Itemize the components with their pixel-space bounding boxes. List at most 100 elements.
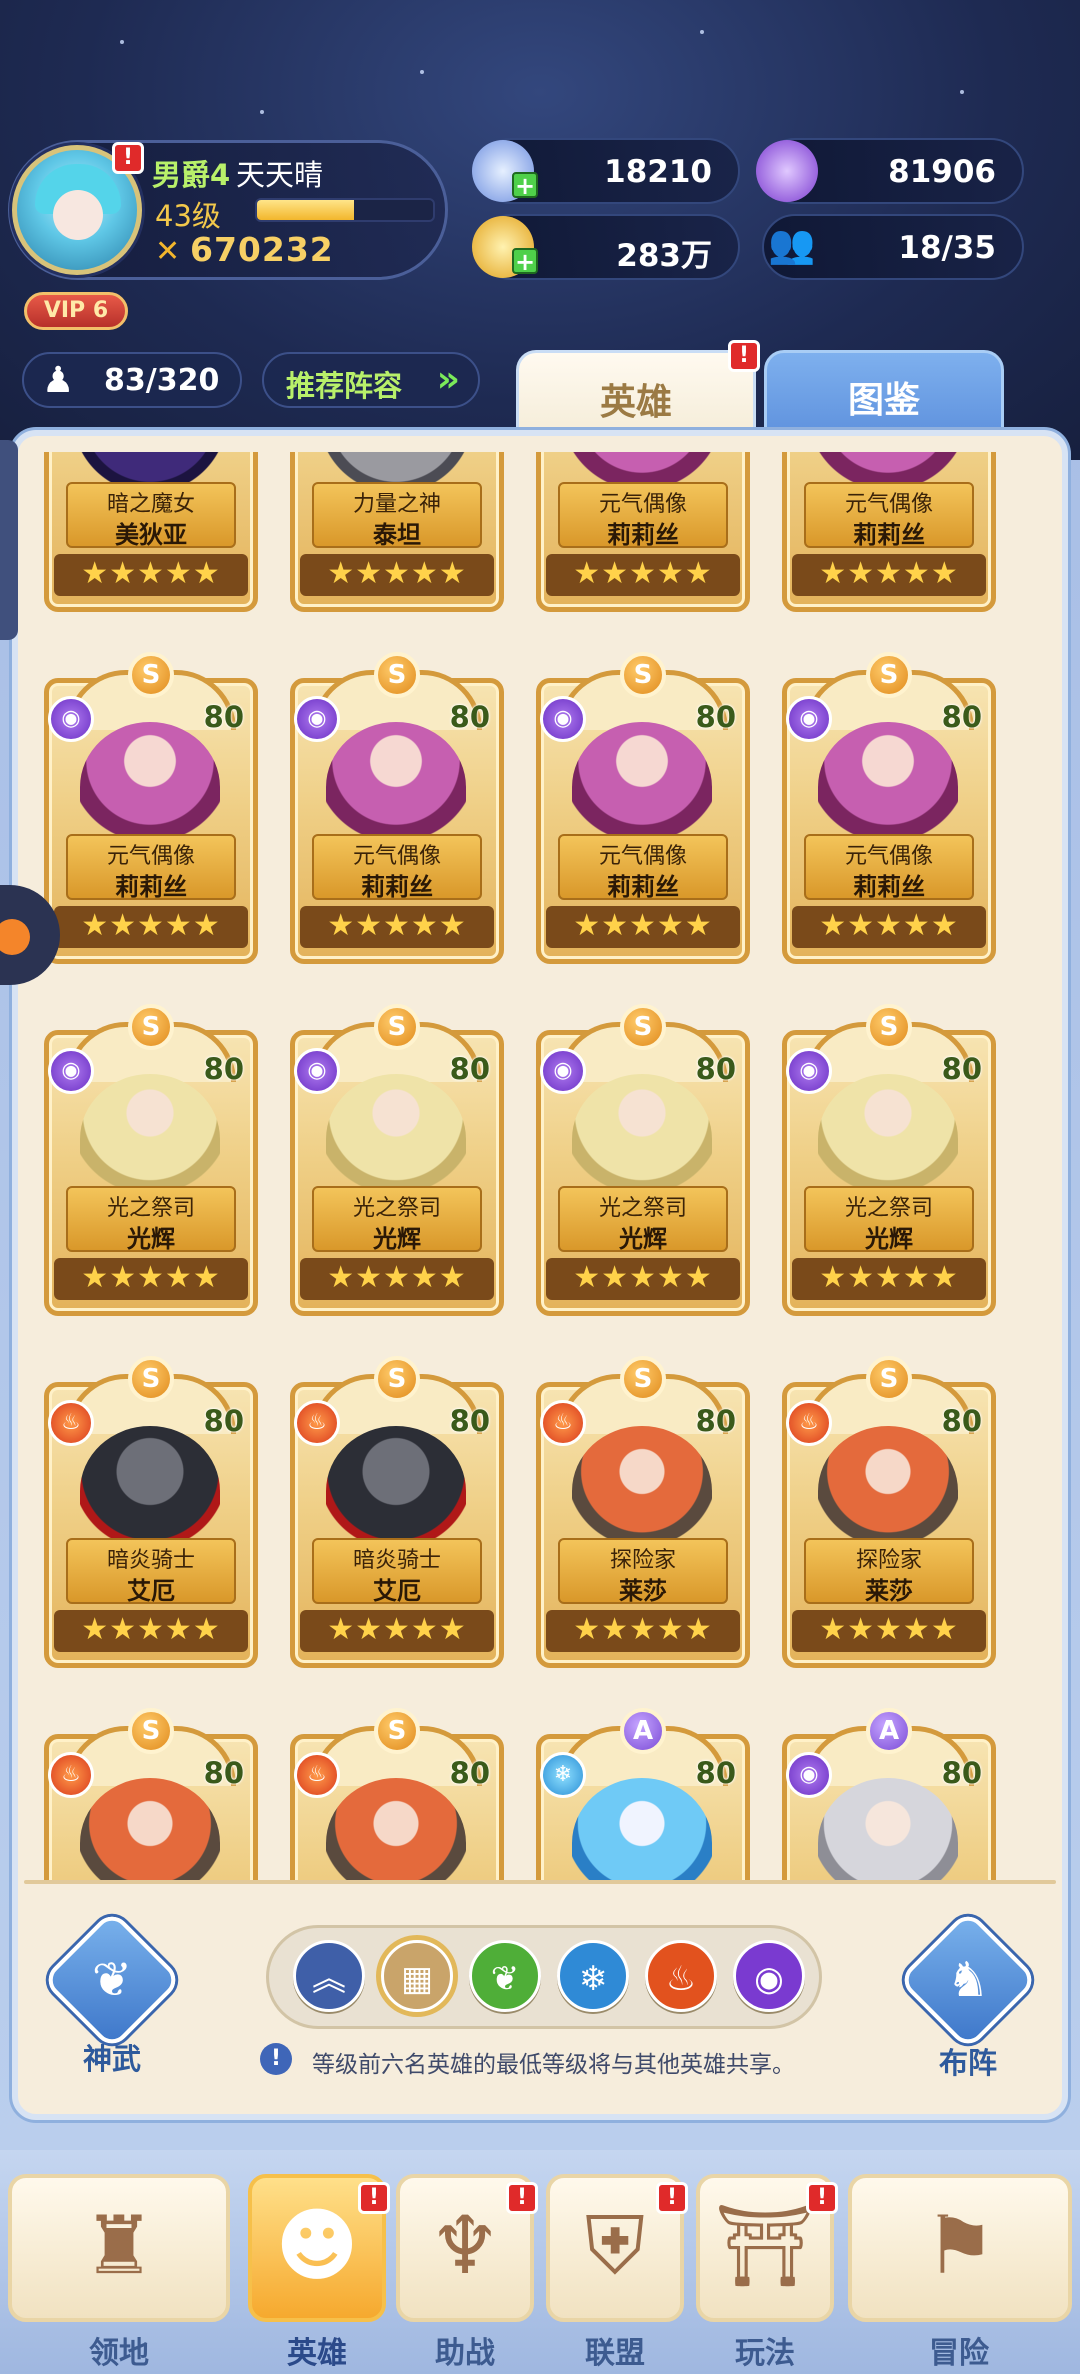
avatar-face <box>53 190 103 240</box>
background-star <box>120 40 124 44</box>
player-level: 43级 <box>155 199 221 233</box>
dark-element-icon: ◉ <box>786 1752 832 1798</box>
hero-card[interactable]: S ◉ 80 光之祭司 光辉 ★★★★★ <box>286 1004 508 1316</box>
rank-badge: S <box>620 1356 666 1402</box>
nav-castle[interactable]: ♜ <box>8 2174 230 2322</box>
star-rating: ★★★★★ <box>54 1258 248 1300</box>
rank-up-icon[interactable]: ︽ <box>293 1940 365 2012</box>
hero-portrait <box>80 722 220 852</box>
hero-card[interactable]: A ❄ 80 <box>532 1708 754 1882</box>
recommend-lineup-button[interactable]: 推荐阵容 » <box>262 352 480 408</box>
hero-card[interactable]: S◉80元气偶像莉莉丝★★★★★ <box>40 652 262 964</box>
rank-badge: S <box>620 1004 666 1050</box>
add-gold-icon[interactable]: + <box>512 248 538 274</box>
hero-card[interactable]: S◉80元气偶像莉莉丝★★★★★ <box>778 652 1000 964</box>
hero-name: 艾厄 <box>127 1577 175 1605</box>
hero-name: 莉莉丝 <box>607 873 679 901</box>
ice-icon[interactable]: ❄ <box>557 1940 629 2012</box>
hero-name: 光辉 <box>127 1225 175 1253</box>
hero-card[interactable]: S ♨ 80 暗炎骑士 艾厄 ★★★★★ <box>286 1356 508 1668</box>
pet-icon <box>0 919 30 955</box>
friends-value: 18/35 <box>898 230 996 266</box>
hero-card[interactable]: A ◉ 80 <box>778 1708 1000 1882</box>
hero-level: 80 <box>695 1404 736 1438</box>
level-share-note: 等级前六名英雄的最低等级将与其他英雄共享。 <box>312 2052 795 2078</box>
hero-name: 泰坦 <box>373 521 421 549</box>
nav-label: 联盟 <box>585 2336 645 2371</box>
rank-badge: A <box>620 1708 666 1754</box>
experience-fill <box>257 200 354 220</box>
star-rating: ★★★★★ <box>792 906 986 948</box>
player-title: 男爵4 <box>152 158 231 192</box>
hero-class: 光之祭司 <box>844 1196 933 1221</box>
rank-badge: S <box>374 1356 420 1402</box>
dark-element-icon: ◉ <box>48 1048 94 1094</box>
add-crystal-icon[interactable]: + <box>512 172 538 198</box>
fire-element-icon: ♨ <box>294 1400 340 1446</box>
nav-label: 领地 <box>89 2336 149 2371</box>
hero-card[interactable]: S◉80元气偶像莉莉丝★★★★★ <box>532 652 754 964</box>
hero-card[interactable]: S ◉ 80 光之祭司 光辉 ★★★★★ <box>532 1004 754 1316</box>
hero-name: 艾厄 <box>373 1577 421 1605</box>
dark-icon[interactable]: ◉ <box>733 1940 805 2012</box>
castle-icon: ♜ <box>83 2199 155 2292</box>
hero-card[interactable]: S◉80元气偶像莉莉丝★★★★★ <box>286 652 508 964</box>
nav-alert-icon: ! <box>656 2182 688 2214</box>
star-rating: ★★★★★ <box>300 554 494 596</box>
hero-name-plate: 元气偶像 莉莉丝 <box>804 482 974 549</box>
hero-card[interactable]: S ◉ 80 光之祭司 光辉 ★★★★★ <box>40 1004 262 1316</box>
hero-class: 元气偶像 <box>106 844 195 869</box>
fire-icon[interactable]: ♨ <box>645 1940 717 2012</box>
hero-level: 80 <box>449 1404 490 1438</box>
hero-name-plate: 元气偶像 莉莉丝 <box>804 834 974 901</box>
hero-name: 莉莉丝 <box>853 873 925 901</box>
star-rating: ★★★★★ <box>546 1610 740 1652</box>
formation-label: 布阵 <box>938 2046 997 2080</box>
divine-weapon-label: 神武 <box>82 2042 141 2076</box>
hero-card[interactable]: S ♨ 80 <box>286 1708 508 1882</box>
hero-level: 80 <box>203 1756 244 1790</box>
all-icon[interactable]: ▦ <box>381 1940 453 2012</box>
roster-count[interactable]: ♟ 83/320 <box>22 352 242 408</box>
hero-name-plate: 光之祭司 光辉 <box>558 1186 728 1253</box>
adventure-icon: ⚑ <box>924 2199 996 2292</box>
tab-codex-label: 图鉴 <box>847 380 920 421</box>
star-rating: ★★★★★ <box>792 554 986 596</box>
vip-badge[interactable]: VIP 6 <box>24 292 128 330</box>
hero-class: 力量之神 <box>352 492 441 517</box>
rank-badge: S <box>374 1004 420 1050</box>
hero-level: 80 <box>449 1052 490 1086</box>
hero-card[interactable]: S ♨ 80 探险家 莱莎 ★★★★★ <box>778 1356 1000 1668</box>
star-rating: ★★★★★ <box>300 1610 494 1652</box>
hero-card[interactable]: S ♨ 80 <box>40 1708 262 1882</box>
nature-icon[interactable]: ❦ <box>469 1940 541 2012</box>
rank-badge: S <box>866 1004 912 1050</box>
hero-class: 元气偶像 <box>844 844 933 869</box>
hero-level: 80 <box>695 1052 736 1086</box>
hero-name-plate: 元气偶像 莉莉丝 <box>558 482 728 549</box>
roster-count-value: 83/320 <box>104 363 220 398</box>
hero-card[interactable]: S◉80元气偶像莉莉丝★★★★★ <box>778 452 1000 612</box>
hero-class: 暗之魔女 <box>106 492 195 517</box>
hero-class: 探险家 <box>609 1548 676 1573</box>
rank-badge: S <box>128 1356 174 1402</box>
hero-class: 元气偶像 <box>352 844 441 869</box>
hero-card[interactable]: S ♨ 80 暗炎骑士 艾厄 ★★★★★ <box>40 1356 262 1668</box>
hero-card[interactable]: S ◉ 80 光之祭司 光辉 ★★★★★ <box>778 1004 1000 1316</box>
nav-adventure[interactable]: ⚑ <box>848 2174 1072 2322</box>
hero-name-plate: 光之祭司 光辉 <box>804 1186 974 1253</box>
nav-label: 冒险 <box>929 2336 989 2371</box>
side-drawer-handle[interactable] <box>0 440 18 640</box>
hero-card[interactable]: S◉80力量之神泰坦★★★★★ <box>286 452 508 612</box>
hero-card[interactable]: S◉80元气偶像莉莉丝★★★★★ <box>532 452 754 612</box>
hero-card[interactable]: S ♨ 80 探险家 莱莎 ★★★★★ <box>532 1356 754 1668</box>
hero-level: 80 <box>449 700 490 734</box>
player-power: 670232 <box>190 230 334 269</box>
hero-card[interactable]: S◉80暗之魔女美狄亚★★★★★ <box>40 452 262 612</box>
hero-portrait <box>80 1426 220 1556</box>
star-rating: ★★★★★ <box>300 906 494 948</box>
hero-grid[interactable]: S◉80暗之魔女美狄亚★★★★★S◉80力量之神泰坦★★★★★S◉80元气偶像莉… <box>40 452 1040 1882</box>
star-rating: ★★★★★ <box>792 1258 986 1300</box>
double-chevron-right-icon: » <box>436 359 460 400</box>
rank-badge: S <box>128 1004 174 1050</box>
